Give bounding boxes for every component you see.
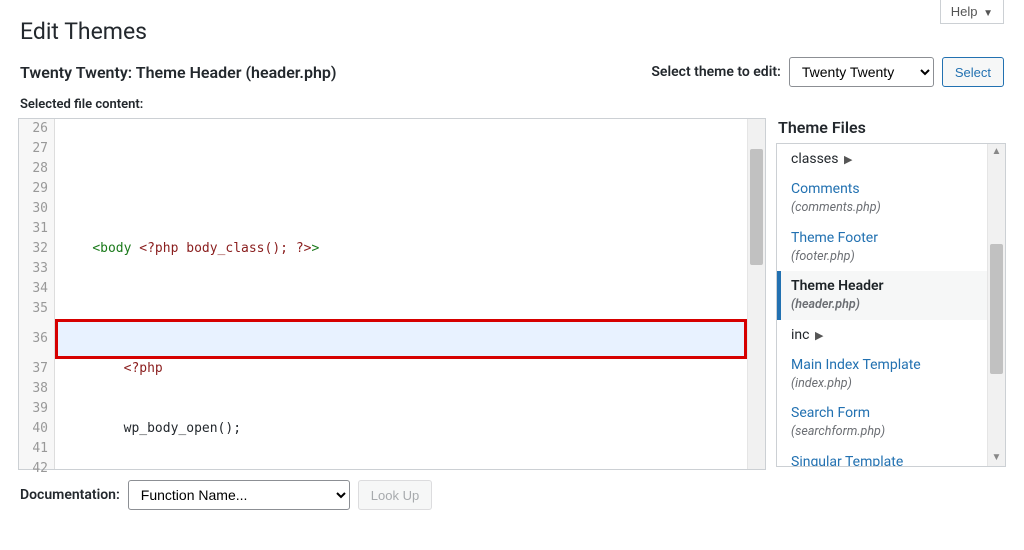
sidebar-title: Theme Files (776, 118, 1006, 143)
file-title: Twenty Twenty: Theme Header (header.php) (20, 63, 336, 82)
folder-classes[interactable]: classes ▶ (777, 144, 987, 174)
file-singular[interactable]: Singular Template(singular.php) (777, 447, 987, 466)
file-index[interactable]: Main Index Template(index.php) (777, 350, 987, 398)
theme-select-group: Select theme to edit: Twenty Twenty Sele… (651, 57, 1004, 87)
scroll-up-icon[interactable]: ▲ (988, 144, 1005, 160)
files-scrollbar[interactable]: ▲ ▼ (987, 144, 1005, 466)
help-tab[interactable]: Help ▼ (940, 0, 1004, 24)
chevron-right-icon: ▶ (815, 329, 823, 342)
documentation-select[interactable]: Function Name... (128, 480, 350, 510)
help-label: Help (951, 4, 978, 19)
theme-files-sidebar: Theme Files classes ▶ Comments(comments.… (776, 118, 1006, 470)
editor-scroll-thumb[interactable] (750, 149, 763, 265)
select-button[interactable]: Select (942, 57, 1004, 87)
theme-select[interactable]: Twenty Twenty (789, 57, 934, 87)
theme-select-label: Select theme to edit: (651, 64, 780, 80)
folder-inc[interactable]: inc ▶ (777, 320, 987, 350)
file-comments[interactable]: Comments(comments.php) (777, 174, 987, 222)
file-searchform[interactable]: Search Form(searchform.php) (777, 398, 987, 446)
files-list: classes ▶ Comments(comments.php) Theme F… (777, 144, 987, 466)
page-title: Edit Themes (0, 0, 1024, 53)
chevron-down-icon: ▼ (983, 8, 993, 19)
file-header[interactable]: Theme Header(header.php) (777, 271, 987, 319)
chevron-right-icon: ▶ (844, 153, 852, 166)
selected-file-label: Selected file content: (0, 95, 1024, 118)
code-content[interactable]: <body <?php body_class(); ?>> <?php wp_b… (55, 119, 747, 469)
code-editor[interactable]: 26 27 28 29 30 31 32 33 34 35 36 37 38 3… (18, 118, 766, 470)
documentation-label: Documentation: (20, 487, 120, 503)
scroll-down-icon[interactable]: ▼ (988, 450, 1005, 466)
lookup-button[interactable]: Look Up (358, 480, 432, 510)
line-gutter: 26 27 28 29 30 31 32 33 34 35 36 37 38 3… (19, 119, 55, 469)
editor-scrollbar[interactable] (747, 119, 765, 469)
documentation-row: Documentation: Function Name... Look Up (0, 470, 1024, 520)
files-scroll-thumb[interactable] (990, 244, 1003, 374)
file-footer[interactable]: Theme Footer(footer.php) (777, 223, 987, 271)
subhead-row: Twenty Twenty: Theme Header (header.php)… (0, 53, 1024, 95)
